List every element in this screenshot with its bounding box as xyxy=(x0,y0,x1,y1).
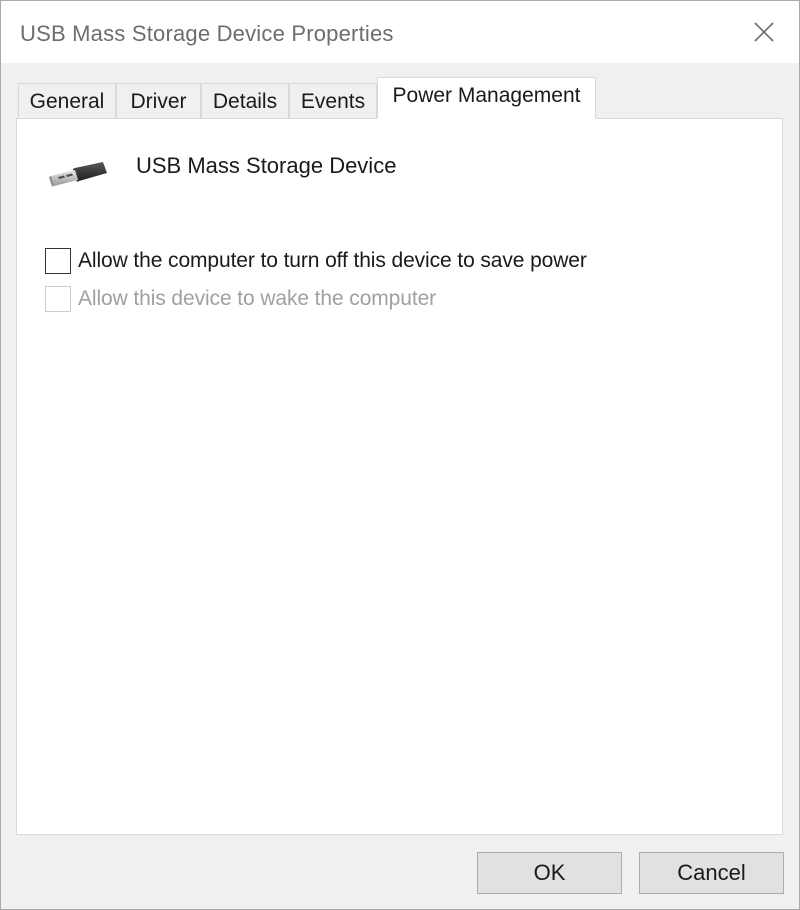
tab-details[interactable]: Details xyxy=(201,83,289,119)
tab-general[interactable]: General xyxy=(18,83,116,119)
properties-dialog: USB Mass Storage Device Properties Gener… xyxy=(0,0,800,910)
close-button[interactable] xyxy=(729,1,799,63)
tab-events[interactable]: Events xyxy=(289,83,377,119)
usb-connector-icon xyxy=(47,159,109,198)
tab-power-management[interactable]: Power Management xyxy=(377,77,596,119)
allow-wake-option: Allow this device to wake the computer xyxy=(45,285,436,313)
cancel-button[interactable]: Cancel xyxy=(639,852,784,894)
allow-turn-off-checkbox[interactable] xyxy=(45,248,71,274)
device-name: USB Mass Storage Device xyxy=(136,153,397,178)
power-management-panel: USB Mass Storage Device Allow the comput… xyxy=(16,118,783,835)
ok-button[interactable]: OK xyxy=(477,852,622,894)
allow-wake-label: Allow this device to wake the computer xyxy=(78,287,437,310)
tab-driver[interactable]: Driver xyxy=(116,83,201,119)
close-x-icon xyxy=(754,22,774,42)
tab-strip: General Driver Details Events Power Mana… xyxy=(18,77,798,119)
allow-turn-off-option[interactable]: Allow the computer to turn off this devi… xyxy=(45,247,587,275)
title-bar[interactable]: USB Mass Storage Device Properties xyxy=(1,1,799,63)
allow-wake-checkbox xyxy=(45,286,71,312)
window-title: USB Mass Storage Device Properties xyxy=(20,21,394,46)
allow-turn-off-label[interactable]: Allow the computer to turn off this devi… xyxy=(78,249,587,273)
